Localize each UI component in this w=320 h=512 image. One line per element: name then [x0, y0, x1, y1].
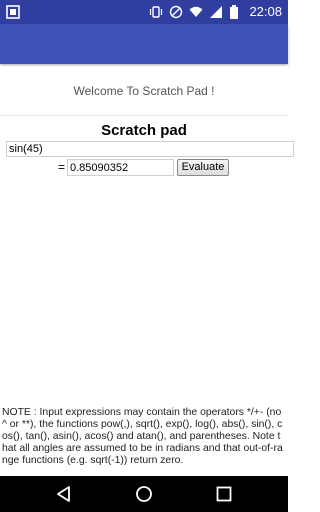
notification-box-icon	[6, 5, 20, 19]
page-title: Scratch pad	[101, 122, 187, 139]
do-not-disturb-icon	[169, 5, 183, 19]
result-field[interactable]	[67, 159, 174, 176]
app-bar	[0, 24, 288, 64]
note-text: NOTE : Input expressions may contain the…	[2, 407, 283, 466]
status-time: 22:08	[249, 4, 282, 19]
expression-input[interactable]	[6, 141, 294, 157]
equals-label: =	[58, 160, 66, 174]
evaluate-button[interactable]: Evaluate	[177, 159, 229, 176]
status-bar: 22:08	[0, 0, 288, 24]
battery-icon	[229, 5, 243, 19]
recents-icon[interactable]	[215, 485, 233, 503]
home-icon[interactable]	[135, 485, 153, 503]
navigation-bar	[0, 476, 288, 512]
back-icon[interactable]	[55, 485, 73, 503]
wifi-icon	[189, 5, 203, 19]
welcome-message: Welcome To Scratch Pad !	[0, 66, 288, 116]
signal-icon	[209, 5, 223, 19]
vibrate-icon	[149, 5, 163, 19]
